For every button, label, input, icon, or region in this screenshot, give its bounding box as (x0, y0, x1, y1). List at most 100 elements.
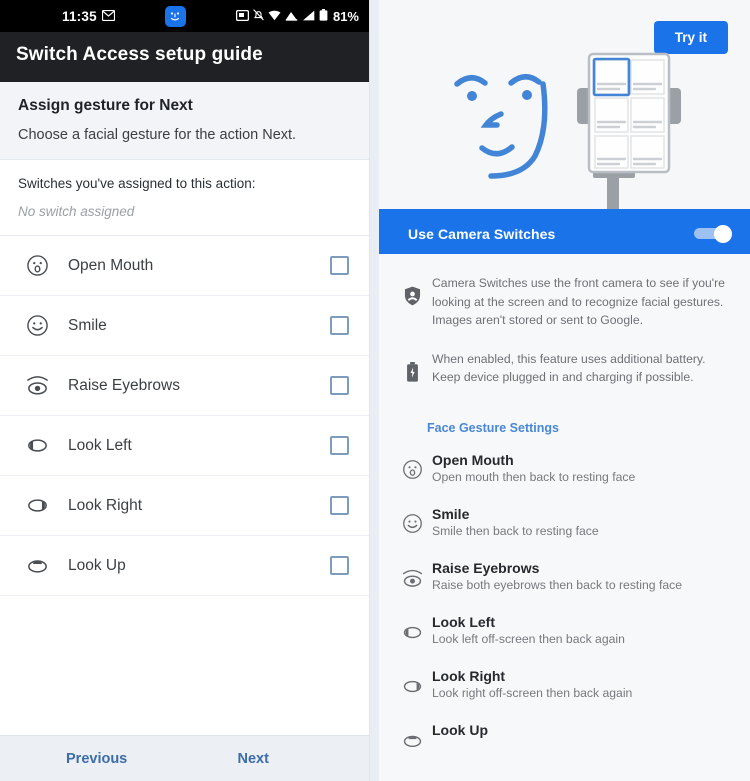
settings-row-open-mouth[interactable]: Open Mouth Open mouth then back to resti… (379, 441, 750, 495)
gesture-row-look-right[interactable]: Look Right (0, 476, 369, 536)
hero-floor-line (379, 209, 750, 213)
settings-row-raise-eyebrows[interactable]: Raise Eyebrows Raise both eyebrows then … (379, 549, 750, 603)
battery-percent-label: 81% (332, 8, 359, 24)
settings-row-body: Raise Eyebrows Raise both eyebrows then … (429, 560, 734, 592)
page-title: Switch Access setup guide (16, 44, 263, 65)
privacy-shield-icon (395, 274, 429, 306)
screen-divider (370, 0, 379, 781)
settings-row-look-up[interactable]: Look Up (379, 711, 750, 763)
open-mouth-icon (22, 254, 52, 277)
left-phone-screen: 11:35 81% Switch Access setup guide Assi… (0, 0, 370, 781)
face-gesture-settings-list: Open Mouth Open mouth then back to resti… (379, 440, 750, 781)
settings-row-body: Look Up (429, 722, 734, 740)
raise-eyebrows-icon (22, 373, 52, 398)
face-illustration-icon (439, 52, 569, 187)
hero-illustration-area: Try it (379, 0, 750, 213)
status-bar-right: 81% (235, 8, 359, 24)
settings-row-title: Look Up (432, 721, 488, 738)
battery-icon (395, 350, 429, 382)
settings-row-title: Smile (432, 505, 470, 522)
gesture-checkbox[interactable] (330, 496, 349, 515)
app-bar: Switch Access setup guide (0, 32, 369, 82)
previous-button[interactable]: Previous (0, 751, 198, 767)
gesture-checkbox-list: Open Mouth Smile Raise Eyebrows Look Lef… (0, 236, 369, 735)
battery-icon (319, 8, 328, 24)
settings-row-title: Look Left (432, 613, 495, 630)
signal-icon (302, 9, 315, 24)
status-bar-center (115, 5, 236, 27)
settings-row-title: Open Mouth (432, 451, 514, 468)
look-left-icon (22, 433, 52, 458)
device-illustration-icon (575, 50, 685, 213)
settings-row-look-right[interactable]: Look Right Look right off-screen then ba… (379, 657, 750, 711)
smile-icon (395, 506, 429, 534)
gesture-label: Look Left (68, 436, 132, 454)
info-row-battery: When enabled, this feature uses addition… (395, 344, 734, 401)
face-gesture-settings-header: Face Gesture Settings (379, 410, 750, 441)
face-switch-icon (164, 5, 186, 27)
cast-icon (285, 9, 298, 24)
gesture-row-look-left[interactable]: Look Left (0, 416, 369, 476)
open-mouth-icon (395, 452, 429, 480)
gesture-checkbox[interactable] (330, 256, 349, 275)
status-bar-clock: 11:35 (62, 8, 97, 24)
dual-screenshot-container: 11:35 81% Switch Access setup guide Assi… (0, 0, 750, 781)
settings-row-body: Look Left Look left off-screen then back… (429, 614, 734, 646)
use-camera-switches-label: Use Camera Switches (408, 225, 556, 242)
assign-gesture-header: Assign gesture for Next Choose a facial … (0, 82, 369, 160)
gesture-label: Smile (68, 316, 107, 334)
info-section: Camera Switches use the front camera to … (379, 254, 750, 411)
settings-row-title: Look Right (432, 667, 506, 684)
settings-row-body: Smile Smile then back to resting face (429, 506, 734, 538)
info-text-battery: When enabled, this feature uses addition… (432, 351, 706, 385)
status-bar-left: 11:35 (62, 9, 115, 24)
assigned-switches-section: Switches you've assigned to this action:… (0, 160, 369, 236)
gesture-checkbox[interactable] (330, 556, 349, 575)
use-camera-switches-toggle[interactable] (694, 225, 732, 243)
look-right-icon (22, 493, 52, 518)
gesture-row-smile[interactable]: Smile (0, 296, 369, 356)
list-empty-space (0, 596, 369, 606)
gesture-checkbox[interactable] (330, 376, 349, 395)
gesture-checkbox[interactable] (330, 316, 349, 335)
settings-row-desc: Smile then back to resting face (432, 523, 599, 538)
gesture-label: Look Up (68, 556, 126, 574)
gesture-label: Raise Eyebrows (68, 376, 180, 394)
assigned-switches-label: Switches you've assigned to this action: (18, 176, 256, 191)
look-up-icon (22, 553, 52, 578)
settings-row-desc: Look left off-screen then back again (432, 631, 625, 646)
info-text-privacy: Camera Switches use the front camera to … (432, 276, 725, 328)
settings-row-body: Look Right Look right off-screen then ba… (429, 668, 734, 700)
right-phone-screen: Try it Use Camera Switches Camera Switch… (379, 0, 750, 781)
settings-row-body: Open Mouth Open mouth then back to resti… (429, 452, 734, 484)
screenshot-icon (235, 9, 250, 24)
use-camera-switches-row[interactable]: Use Camera Switches (379, 213, 750, 254)
raise-eyebrows-icon (395, 560, 429, 590)
assign-gesture-heading: Assign gesture for Next (18, 97, 193, 114)
gesture-label: Open Mouth (68, 256, 154, 274)
wizard-footer: Previous Next (0, 735, 369, 781)
look-up-icon (395, 722, 429, 752)
settings-row-look-left[interactable]: Look Left Look left off-screen then back… (379, 603, 750, 657)
assign-gesture-subheading: Choose a facial gesture for the action N… (18, 127, 297, 143)
status-bar: 11:35 81% (0, 0, 369, 32)
gesture-row-open-mouth[interactable]: Open Mouth (0, 236, 369, 296)
settings-row-desc: Raise both eyebrows then back to resting… (432, 577, 682, 592)
info-row-privacy: Camera Switches use the front camera to … (395, 268, 734, 344)
settings-row-desc: Open mouth then back to resting face (432, 469, 636, 484)
look-right-icon (395, 668, 429, 698)
toggle-knob (714, 225, 732, 243)
settings-row-desc: Look right off-screen then back again (432, 685, 633, 700)
gesture-row-look-up[interactable]: Look Up (0, 536, 369, 596)
smile-icon (22, 314, 52, 337)
gesture-checkbox[interactable] (330, 436, 349, 455)
wifi-icon (268, 9, 281, 24)
settings-row-title: Raise Eyebrows (432, 559, 540, 576)
look-left-icon (395, 614, 429, 644)
next-button[interactable]: Next (198, 751, 370, 767)
mail-icon (101, 9, 115, 24)
notifications-off-icon (253, 8, 264, 24)
settings-row-smile[interactable]: Smile Smile then back to resting face (379, 495, 750, 549)
gesture-row-raise-eyebrows[interactable]: Raise Eyebrows (0, 356, 369, 416)
assigned-switches-value: No switch assigned (18, 204, 135, 219)
